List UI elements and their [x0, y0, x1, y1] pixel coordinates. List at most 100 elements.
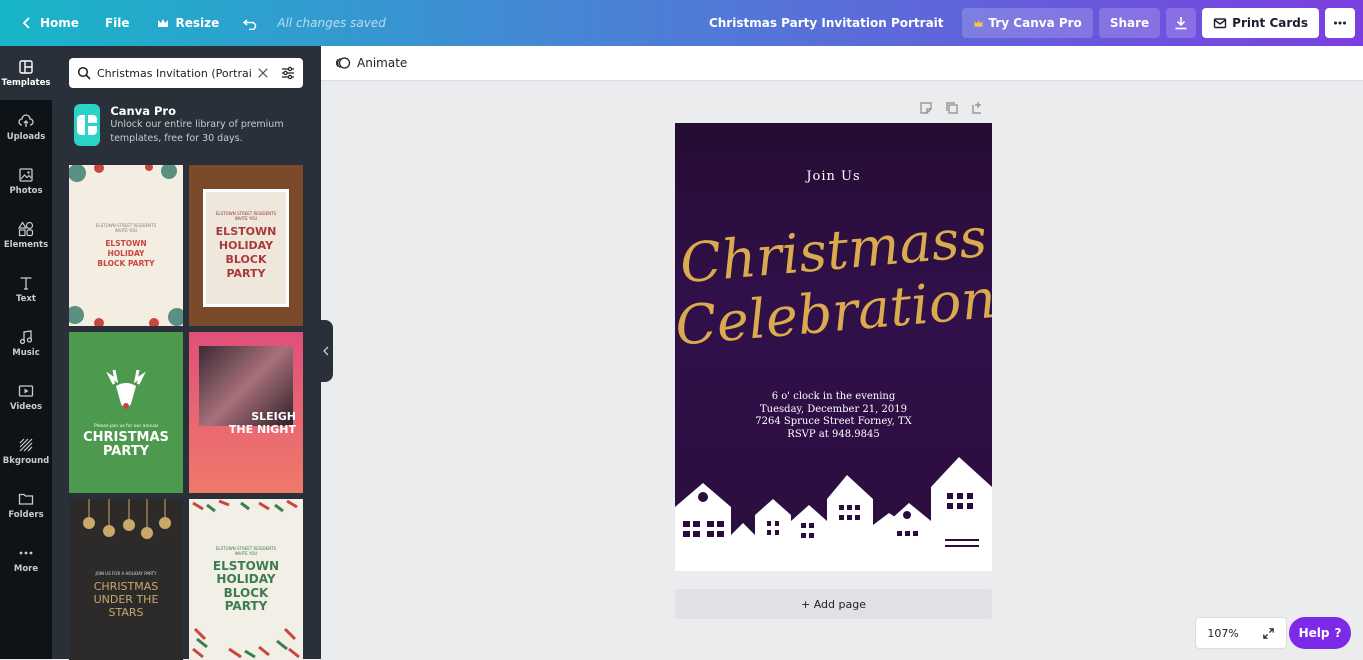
home-button[interactable]: Home — [10, 8, 89, 38]
houses-illustration — [675, 457, 992, 571]
animate-button[interactable]: Animate — [335, 55, 407, 71]
template-thumbnail[interactable]: Please join us for our annual CHRISTMAS … — [69, 332, 183, 493]
editor-canvas-area: Animate Join Us Christmass Celebration 6… — [319, 46, 1363, 659]
animate-label: Animate — [357, 56, 408, 70]
crown-icon — [974, 19, 982, 27]
sidebar-item-videos[interactable]: Videos — [0, 370, 52, 424]
undo-button[interactable] — [233, 8, 267, 38]
share-button[interactable]: Share — [1098, 8, 1161, 38]
design-page[interactable]: Join Us Christmass Celebration 6 o' cloc… — [675, 123, 992, 571]
template-title: ELSTOWN HOLIDAY BLOCK PARTY — [212, 558, 280, 613]
try-pro-label: Try Canva Pro — [988, 16, 1082, 30]
note-icon[interactable] — [919, 101, 933, 115]
crown-icon — [157, 19, 168, 27]
template-thumbnail[interactable]: JOIN US FOR A HOLIDAY PARTY CHRISTMAS UN… — [69, 499, 183, 660]
help-label: Help — [1298, 626, 1330, 640]
filter-sliders-icon[interactable] — [281, 66, 295, 80]
page-actions — [919, 101, 985, 115]
save-status: All changes saved — [277, 16, 386, 30]
sidebar-item-folders[interactable]: Folders — [0, 478, 52, 532]
template-search-input[interactable]: Christmas Invitation (Portrait) — [69, 58, 303, 88]
collapse-panel-button[interactable] — [319, 320, 333, 382]
promo-title: Canva Pro — [110, 104, 177, 118]
sidebar-item-label: Folders — [8, 509, 44, 520]
sidebar-item-music[interactable]: Music — [0, 316, 52, 370]
zoom-control[interactable]: 107% — [1195, 617, 1287, 649]
templates-icon — [19, 59, 33, 74]
sidebar-item-background[interactable]: Bkground — [0, 424, 52, 478]
sidebar-item-label: Templates — [1, 77, 51, 88]
sidebar-item-templates[interactable]: Templates — [0, 46, 52, 100]
sidebar-item-photos[interactable]: Photos — [0, 154, 52, 208]
try-canva-pro-button[interactable]: Try Canva Pro — [961, 8, 1093, 38]
details-line: Tuesday, December 21, 2019 — [760, 403, 907, 415]
event-details[interactable]: 6 o' clock in the evening Tuesday, Decem… — [675, 391, 992, 441]
text-icon — [20, 276, 32, 290]
template-thumbnail[interactable]: ELSTOWN STREET RESIDENTS INVITE YOU ELST… — [69, 165, 183, 326]
sidebar-item-text[interactable]: Text — [0, 262, 52, 316]
add-page-icon[interactable] — [971, 101, 985, 115]
image-icon — [19, 167, 33, 182]
template-small-text: ELSTOWN STREET RESIDENTS INVITE YOU — [215, 545, 277, 556]
sidebar-item-label: Elements — [3, 239, 49, 250]
resize-button[interactable]: Resize — [146, 8, 230, 38]
reindeer-icon — [106, 369, 146, 409]
sidebar-item-label: Music — [12, 347, 40, 358]
template-title: CHRISTMAS UNDER THE STARS — [93, 579, 159, 619]
details-line: RSVP at 948.9845 — [787, 428, 880, 440]
sidebar-item-label: Uploads — [6, 131, 46, 142]
sidebar-item-uploads[interactable]: Uploads — [0, 100, 52, 154]
more-options-button[interactable] — [1325, 8, 1355, 38]
template-title: CHRISTMAS PARTY — [83, 430, 169, 459]
promo-text: Unlock our entire library of premium tem… — [110, 119, 284, 144]
sidebar-item-label: Photos — [9, 185, 43, 196]
canva-pro-logo-icon — [74, 104, 101, 146]
template-small-text: ELSTOWN STREET RESIDENTS INVITE YOU — [95, 222, 157, 233]
duplicate-page-icon[interactable] — [945, 101, 959, 115]
template-thumbnail[interactable]: ELSTOWN STREET RESIDENTS INVITE YOU ELST… — [189, 165, 303, 326]
sidebar-item-more[interactable]: More — [0, 532, 52, 586]
ornaments-icon — [83, 499, 171, 539]
canva-pro-promo[interactable]: Canva Pro Unlock our entire library of p… — [74, 104, 304, 146]
add-page-button[interactable]: + Add page — [675, 589, 992, 619]
resize-label: Resize — [175, 16, 220, 30]
background-hatch-icon — [19, 438, 33, 451]
envelope-icon — [1213, 18, 1227, 29]
chevron-left-icon — [22, 17, 30, 29]
share-label: Share — [1109, 16, 1150, 30]
video-play-icon — [18, 384, 34, 397]
sidebar-item-label: Text — [16, 293, 36, 304]
home-label: Home — [40, 16, 79, 30]
print-label: Print Cards — [1232, 16, 1308, 30]
print-cards-button[interactable]: Print Cards — [1202, 8, 1319, 38]
join-us-text[interactable]: Join Us — [675, 169, 992, 184]
chevron-left-icon — [323, 346, 329, 356]
undo-icon — [243, 19, 257, 30]
template-thumbnail[interactable]: SLEIGH THE NIGHT — [189, 332, 303, 493]
sidebar-item-label: Videos — [9, 401, 43, 412]
sidebar: Templates Uploads Photos Elements Text M… — [0, 46, 52, 659]
sidebar-item-elements[interactable]: Elements — [0, 208, 52, 262]
template-small-text: ELSTOWN STREET RESIDENTS INVITE YOU — [215, 210, 277, 221]
sidebar-item-label: Bkground — [2, 455, 50, 466]
fullscreen-expand-icon[interactable] — [1262, 627, 1275, 640]
upload-cloud-icon — [18, 113, 34, 127]
template-small-text: Please join us for our annual — [93, 424, 159, 429]
clear-search-icon[interactable] — [257, 67, 269, 79]
search-value: Christmas Invitation (Portrait) — [97, 66, 251, 80]
editor-toolbar: Animate — [321, 46, 1363, 81]
more-dots-icon — [1334, 21, 1346, 25]
document-title[interactable]: Christmas Party Invitation Portrait — [709, 16, 944, 30]
sidebar-item-label: More — [13, 563, 39, 574]
top-bar: Home File Resize All changes saved Chris… — [0, 0, 1363, 46]
help-button[interactable]: Help ? — [1289, 617, 1351, 649]
shapes-icon — [18, 220, 34, 236]
template-title: ELSTOWN HOLIDAY BLOCK PARTY — [215, 224, 277, 280]
template-title: SLEIGH THE NIGHT — [228, 409, 296, 436]
template-title: ELSTOWN HOLIDAY BLOCK PARTY — [97, 238, 155, 268]
download-icon — [1175, 17, 1187, 30]
question-mark-icon: ? — [1334, 626, 1342, 640]
file-menu-button[interactable]: File — [95, 8, 140, 38]
template-thumbnail[interactable]: ELSTOWN STREET RESIDENTS INVITE YOU ELST… — [189, 499, 303, 660]
download-button[interactable] — [1166, 8, 1197, 38]
